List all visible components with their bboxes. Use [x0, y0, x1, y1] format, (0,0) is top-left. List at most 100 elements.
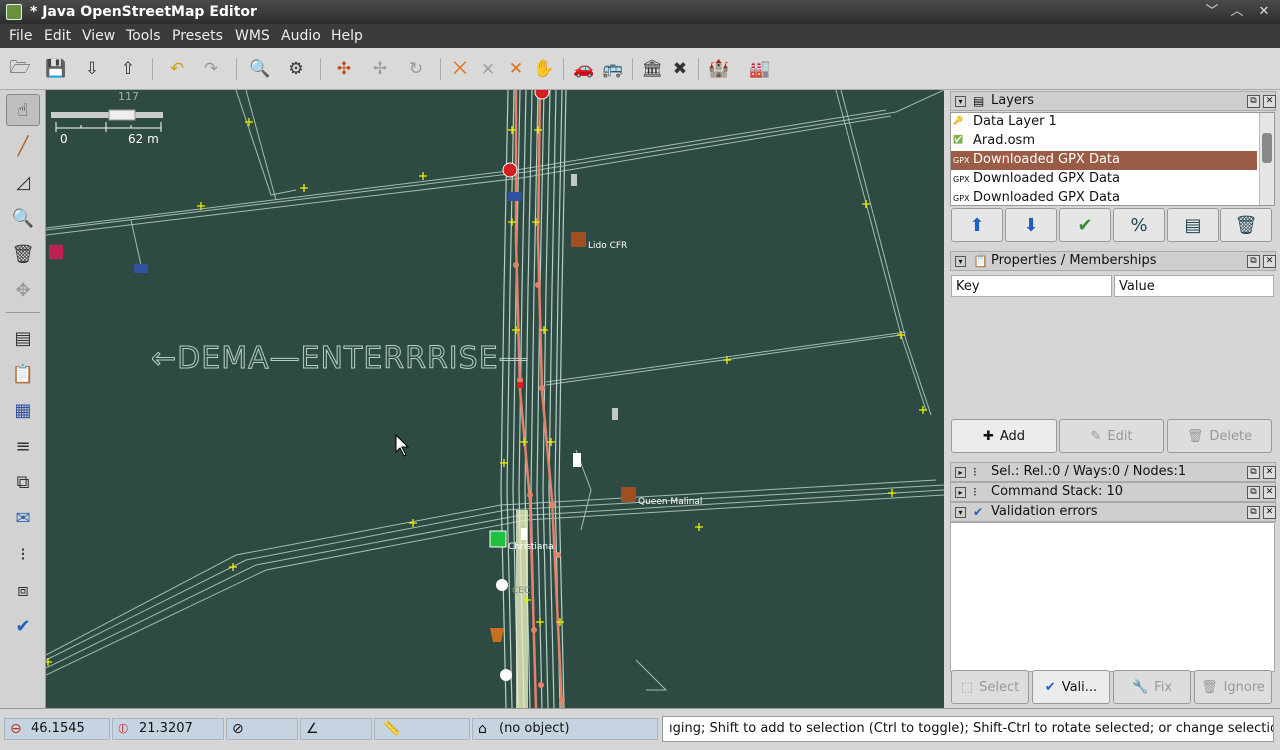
validate-button[interactable]: ✔ Vali...: [1032, 670, 1110, 704]
unglue-icon[interactable]: ⨯: [475, 56, 501, 82]
menu-view[interactable]: View: [82, 28, 115, 44]
car-icon[interactable]: 🚗: [571, 56, 597, 82]
longitude-value: 21.3207: [139, 721, 193, 736]
extrude-mode-icon[interactable]: ✥: [6, 274, 40, 306]
validate-label: Vali...: [1061, 679, 1098, 695]
collapse-icon[interactable]: ▾: [955, 507, 966, 518]
menu-wms[interactable]: WMS: [235, 28, 270, 44]
align-icon[interactable]: ✕: [503, 56, 529, 82]
preferences-icon[interactable]: 🔍: [247, 56, 273, 82]
close-button[interactable]: ✕: [1255, 3, 1273, 21]
settings-icon[interactable]: ⚙: [283, 56, 309, 82]
move-down-button[interactable]: ⬇: [1005, 208, 1057, 242]
merge-layer-button[interactable]: ▤: [1167, 208, 1219, 242]
wrench-icon: 🔧: [1131, 679, 1149, 695]
close-panel-icon[interactable]: ✕: [1263, 486, 1276, 499]
properties-panel-header[interactable]: ▾ 📋 Properties / Memberships ⧉ ✕: [950, 251, 1276, 271]
zoom-mode-icon[interactable]: 🔍: [6, 202, 40, 234]
longitude-field: ⦶ 21.3207: [112, 718, 224, 740]
cross-icon[interactable]: ✖: [667, 56, 693, 82]
close-panel-icon[interactable]: ✕: [1263, 506, 1276, 519]
combine-way-icon[interactable]: ✢: [367, 56, 393, 82]
layer-label: Downloaded GPX Data: [973, 171, 1120, 186]
merge-nodes-icon[interactable]: ⨉: [447, 56, 473, 82]
save-icon[interactable]: 💾: [43, 56, 69, 82]
validator-icon[interactable]: ✔: [6, 610, 40, 642]
delete-mode-icon[interactable]: 🗑: [6, 238, 40, 270]
building-icon[interactable]: 🏛: [639, 56, 665, 82]
reverse-way-icon[interactable]: ↻: [403, 56, 429, 82]
filter-icon[interactable]: ⁝: [6, 538, 40, 570]
map-view[interactable]: ←DEMA—ENTERRRISE— Lido CFR Queen Malinal…: [46, 90, 944, 708]
detach-icon[interactable]: ⧉: [1247, 466, 1260, 479]
layer-item-selected[interactable]: GPX Downloaded GPX Data: [951, 151, 1257, 170]
key-column-header[interactable]: Key: [951, 275, 1112, 297]
selection-list-icon[interactable]: ▦: [6, 394, 40, 426]
properties-panel-icon[interactable]: 📋: [6, 358, 40, 390]
menu-presets[interactable]: Presets: [172, 28, 223, 44]
factory-icon[interactable]: 🏭: [747, 56, 773, 82]
edit-tag-button[interactable]: ✎ Edit: [1059, 419, 1164, 453]
move-up-button[interactable]: ⬆: [951, 208, 1003, 242]
select-error-button[interactable]: ⬚ Select: [951, 670, 1029, 704]
conflict-icon[interactable]: ⧉: [6, 466, 40, 498]
layer-item[interactable]: GPX Downloaded GPX Data: [951, 189, 1257, 205]
menu-tools[interactable]: Tools: [126, 28, 161, 44]
selection-panel-header[interactable]: ▸ ⁝ Sel.: Rel.:0 / Ways:0 / Nodes:1 ⧉ ✕: [950, 462, 1276, 482]
layer-item[interactable]: GPX Downloaded GPX Data: [951, 170, 1257, 189]
upload-icon[interactable]: ⇧: [115, 56, 141, 82]
minimize-button[interactable]: ﹀: [1203, 3, 1221, 21]
menu-edit[interactable]: Edit: [44, 28, 71, 44]
command-stack-panel-header[interactable]: ▸ ⁝ Command Stack: 10 ⧉ ✕: [950, 482, 1276, 502]
selection-icon: ⁝: [973, 465, 977, 479]
detach-icon[interactable]: ⧉: [1247, 486, 1260, 499]
validation-panel-header[interactable]: ▾ ✔ Validation errors ⧉ ✕: [950, 502, 1276, 522]
menu-file[interactable]: File: [9, 28, 32, 44]
delete-layer-button[interactable]: 🗑: [1220, 208, 1272, 242]
activate-layer-button[interactable]: ✔: [1059, 208, 1111, 242]
layer-scrollbar[interactable]: [1259, 113, 1274, 205]
add-tag-button[interactable]: ✚ Add: [951, 419, 1057, 453]
hand-icon[interactable]: ✋: [531, 56, 557, 82]
menu-audio[interactable]: Audio: [281, 28, 321, 44]
maximize-button[interactable]: ︿: [1228, 3, 1246, 21]
validation-errors-list[interactable]: [950, 522, 1275, 672]
detach-icon[interactable]: ⧉: [1247, 95, 1260, 108]
edit-label: Edit: [1107, 428, 1133, 444]
redo-icon[interactable]: ↷: [198, 56, 224, 82]
messages-icon[interactable]: ✉: [6, 502, 40, 534]
castle-icon[interactable]: 🏰: [706, 56, 732, 82]
close-panel-icon[interactable]: ✕: [1263, 95, 1276, 108]
detach-icon[interactable]: ⧉: [1247, 255, 1260, 268]
expand-icon[interactable]: ▸: [955, 467, 966, 478]
add-label: Add: [999, 428, 1026, 444]
value-column-header[interactable]: Value: [1114, 275, 1274, 297]
map-canvas[interactable]: ←DEMA—ENTERRRISE—: [46, 90, 944, 708]
undo-icon[interactable]: ↶: [164, 56, 190, 82]
export-icon[interactable]: ⇩: [79, 56, 105, 82]
collapse-icon[interactable]: ▾: [955, 96, 966, 107]
close-panel-icon[interactable]: ✕: [1263, 466, 1276, 479]
relations-icon[interactable]: ⧈: [6, 574, 40, 606]
delete-tag-button[interactable]: 🗑 Delete: [1167, 419, 1272, 453]
layers-panel-header[interactable]: ▾ ▤ Layers ⧉ ✕: [950, 91, 1276, 111]
open-file-icon[interactable]: 🗁: [7, 56, 33, 82]
layers-panel-icon[interactable]: ▤: [6, 322, 40, 354]
ignore-button[interactable]: 🗑 Ignore: [1194, 670, 1272, 704]
menu-help[interactable]: Help: [331, 28, 363, 44]
draw-mode-icon[interactable]: ╱: [6, 130, 40, 162]
layer-item[interactable]: ✅ Arad.osm: [951, 132, 1257, 151]
select-mode-icon[interactable]: ☝: [6, 94, 40, 126]
fix-button[interactable]: 🔧 Fix: [1113, 670, 1191, 704]
measure-mode-icon[interactable]: ◿: [6, 166, 40, 198]
split-way-icon[interactable]: ✣: [331, 56, 357, 82]
expand-icon[interactable]: ▸: [955, 487, 966, 498]
properties-panel-title: Properties / Memberships: [991, 253, 1157, 268]
collapse-icon[interactable]: ▾: [955, 256, 966, 267]
detach-icon[interactable]: ⧉: [1247, 506, 1260, 519]
layer-item[interactable]: 🔑 Data Layer 1: [951, 113, 1257, 132]
close-panel-icon[interactable]: ✕: [1263, 255, 1276, 268]
opacity-button[interactable]: %: [1113, 208, 1165, 242]
command-stack-icon[interactable]: ≡: [6, 430, 40, 462]
bus-icon[interactable]: 🚌: [600, 56, 626, 82]
